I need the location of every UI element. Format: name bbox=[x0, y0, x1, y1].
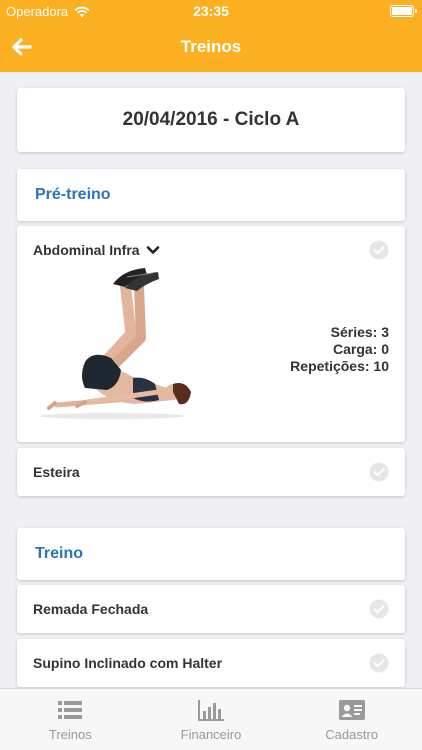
page-title: Treinos bbox=[180, 37, 242, 56]
section-header-pre-treino: Pré-treino bbox=[17, 169, 405, 221]
exercise-name: Remada Fechada bbox=[33, 601, 149, 617]
exercise-title-toggle[interactable]: Abdominal Infra bbox=[33, 242, 160, 258]
tab-financeiro[interactable]: Financeiro bbox=[141, 689, 282, 750]
stat-carga: Carga: 0 bbox=[332, 341, 389, 357]
check-circle-icon[interactable] bbox=[369, 653, 389, 673]
exercise-name: Esteira bbox=[33, 464, 80, 480]
battery-icon bbox=[390, 5, 417, 17]
tab-label: Financeiro bbox=[180, 727, 242, 742]
status-time: 23:35 bbox=[193, 3, 229, 19]
app-header: Operadora 23:35 Treinos bbox=[0, 0, 422, 72]
stat-repeticoes: Repetições: 10 bbox=[290, 358, 389, 374]
bar-chart-icon bbox=[198, 700, 224, 721]
tab-treinos[interactable]: Treinos bbox=[0, 689, 141, 750]
exercise-name: Abdominal Infra bbox=[33, 242, 140, 258]
tab-label: Treinos bbox=[48, 727, 92, 742]
exercise-card-esteira[interactable]: Esteira bbox=[17, 448, 405, 496]
exercise-card-remada-fechada[interactable]: Remada Fechada bbox=[17, 585, 405, 633]
exercise-name: Supino Inclinado com Halter bbox=[33, 655, 223, 671]
exercise-card-supino-inclinado[interactable]: Supino Inclinado com Halter bbox=[17, 639, 405, 687]
exercise-stats: Séries: 3 Carga: 0 Repetições: 10 bbox=[290, 324, 389, 375]
tab-label: Cadastro bbox=[325, 727, 379, 742]
section-title: Treino bbox=[35, 545, 84, 562]
list-icon bbox=[58, 701, 83, 719]
tab-cadastro[interactable]: Cadastro bbox=[281, 689, 422, 750]
exercise-illustration bbox=[40, 268, 191, 419]
tab-bar: Treinos Financeiro Cadastro bbox=[0, 688, 422, 750]
workout-date-title: 20/04/2016 - Ciclo A bbox=[122, 109, 300, 130]
section-header-treino: Treino bbox=[17, 528, 405, 580]
section-title: Pré-treino bbox=[35, 186, 111, 203]
workout-date-card: 20/04/2016 - Ciclo A bbox=[17, 88, 405, 152]
check-circle-icon[interactable] bbox=[369, 599, 389, 619]
navigation-bar: Treinos bbox=[0, 22, 422, 72]
status-bar: Operadora 23:35 bbox=[0, 0, 422, 22]
check-circle-icon[interactable] bbox=[369, 462, 389, 482]
check-circle-icon[interactable] bbox=[369, 240, 389, 260]
chevron-down-icon bbox=[146, 246, 159, 254]
id-card-icon bbox=[338, 700, 365, 720]
workout-content[interactable]: 20/04/2016 - Ciclo A Pré-treino Abdomina… bbox=[0, 72, 422, 688]
exercise-card-abdominal-infra[interactable]: Abdominal Infra Séries: 3 Carga: 0 Repet… bbox=[17, 226, 405, 442]
stat-series: Séries: 3 bbox=[330, 324, 389, 340]
